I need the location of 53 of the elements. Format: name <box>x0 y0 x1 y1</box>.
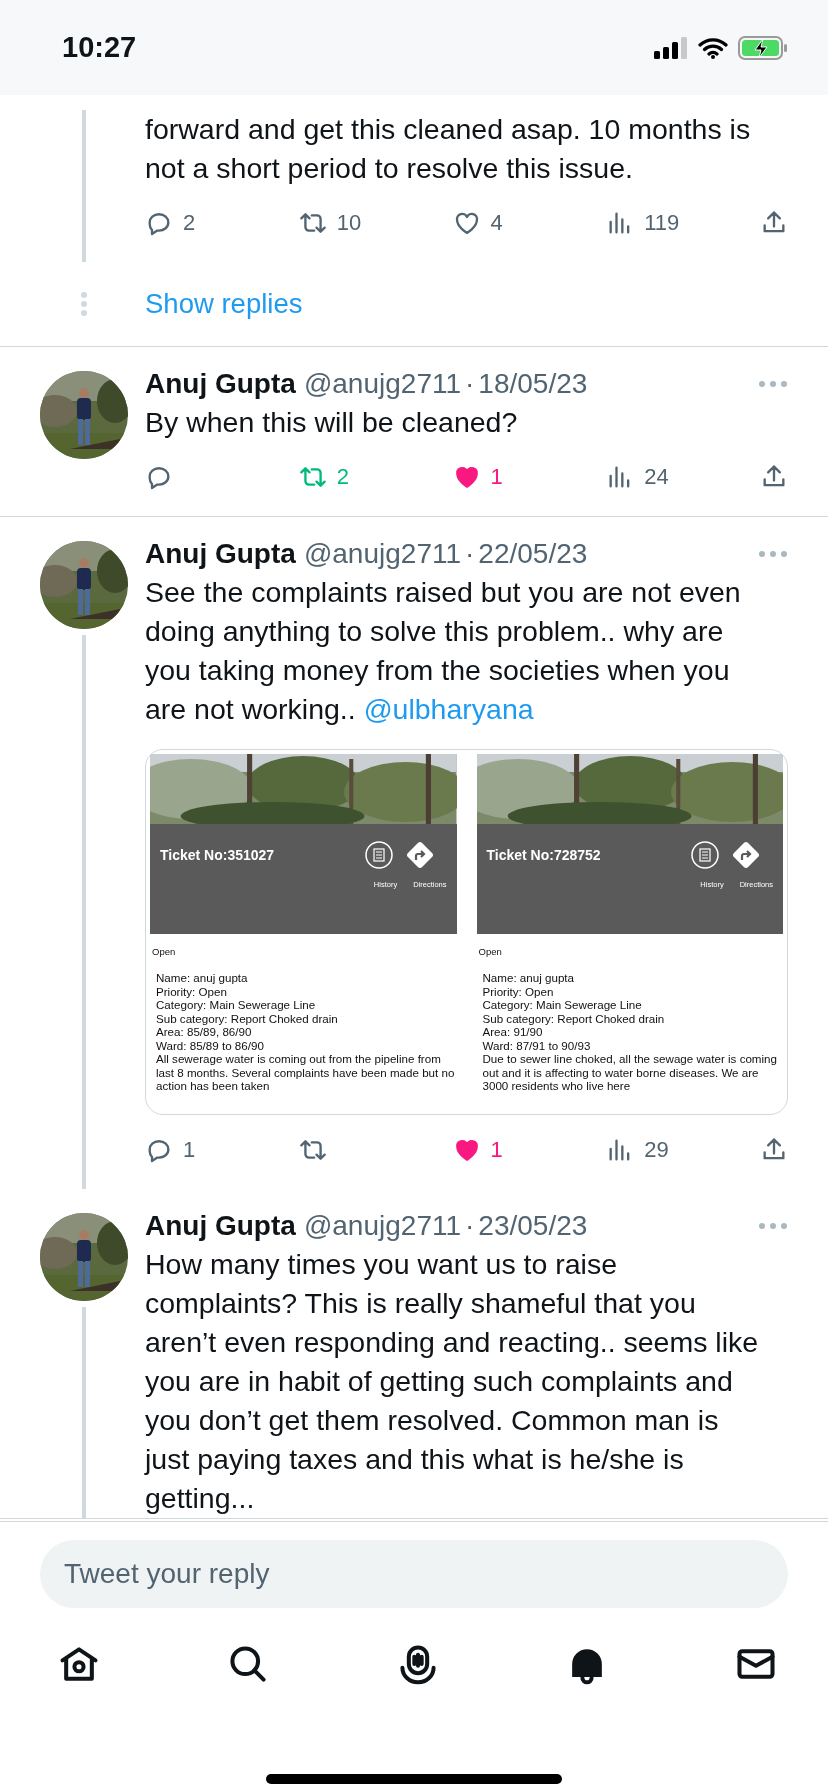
ticket-field: Priority: Open <box>482 984 783 998</box>
tweet-text: How many times you want us to raise complaints? This is really shameful that you aren’t even responding and reacting.. seems like you are in habit of getting such complaints and you don’t get them resolved. Common man is just paying taxes and this what is he/she is getting... <box>145 1247 760 1516</box>
more-vertical-icon <box>80 291 88 317</box>
tweet-text: See the complaints raised but you are not even doing anything to solve this problem.. why are you taking money from the societies when you are not working.. @ulbharyana <box>145 575 742 727</box>
author-handle[interactable]: @anujg2711 <box>303 535 462 573</box>
views-count: 24 <box>644 464 669 490</box>
separator-dot: · <box>465 537 475 571</box>
author-name[interactable]: Anuj Gupta <box>145 365 296 403</box>
tweet-date: 18/05/23 <box>478 367 588 401</box>
list-icon <box>691 841 719 869</box>
ticket-status: Open <box>478 946 503 957</box>
ticket-field: Ward: 87/91 to 90/93 <box>482 1038 783 1052</box>
ticket-number: Ticket No:351027 <box>160 847 276 863</box>
ticket-field: Name: anuj gupta <box>482 971 783 985</box>
tweet-text: By when this will be cleaned? <box>145 405 519 440</box>
like-count: 4 <box>490 210 503 236</box>
ticket-description: All sewerage water is coming out from the pipeline from last 8 months. Several complaints have been made but no action has been taken <box>156 1052 456 1093</box>
views-count: 119 <box>644 210 680 236</box>
reply-count: 2 <box>183 210 196 236</box>
tweet-date: 23/05/23 <box>478 1209 588 1243</box>
separator-dot: · <box>465 367 475 401</box>
author-name[interactable]: Anuj Gupta <box>145 1207 296 1245</box>
reply-count: 1 <box>183 1137 196 1163</box>
tweet-text: forward and get this cleaned asap. 10 months is not a short period to resolve this issue. <box>145 112 752 186</box>
wifi-icon <box>698 36 728 59</box>
ticket-field: Ward: 85/89 to 86/90 <box>156 1038 457 1052</box>
media-card[interactable] <box>145 749 788 1115</box>
retweet-count: 10 <box>336 210 362 236</box>
author-name[interactable]: Anuj Gupta <box>145 535 296 573</box>
views-count: 29 <box>644 1137 669 1163</box>
separator-dot: · <box>465 1209 475 1243</box>
author-handle[interactable]: @anujg2711 <box>303 1207 462 1245</box>
ticket-field: Name: anuj gupta <box>156 971 457 985</box>
tweet-date: 22/05/23 <box>478 537 588 571</box>
battery-charging-icon <box>738 35 788 60</box>
like-count: 1 <box>490 464 503 490</box>
ticket-number: Ticket No:728752 <box>486 847 602 863</box>
ticket-field: Area: 85/89, 86/90 <box>156 1025 457 1039</box>
signal-icon <box>654 36 688 59</box>
like-count: 1 <box>490 1137 503 1163</box>
ticket-description: Due to sewer line choked, all the sewage water is coming out and it is affecting to water borne diseases. We are 3000 residents who live here <box>482 1052 778 1093</box>
clock-time: 10:27 <box>62 31 137 64</box>
ticket-field: Priority: Open <box>156 984 457 998</box>
ticket-field: Area: 91/90 <box>482 1025 783 1039</box>
retweet-count: 2 <box>336 464 349 490</box>
ticket-field: Category: Main Sewerage Line <box>156 998 457 1012</box>
ticket-field: Sub category: Report Choked drain <box>482 1011 783 1025</box>
ticket-status: Open <box>152 946 177 957</box>
reply-field[interactable]: Tweet your reply <box>40 1540 788 1608</box>
ticket-field: Category: Main Sewerage Line <box>482 998 783 1012</box>
list-icon <box>364 841 393 869</box>
ticket-field: Sub category: Report Choked drain <box>156 1011 457 1025</box>
author-handle[interactable]: @anujg2711 <box>303 365 462 403</box>
